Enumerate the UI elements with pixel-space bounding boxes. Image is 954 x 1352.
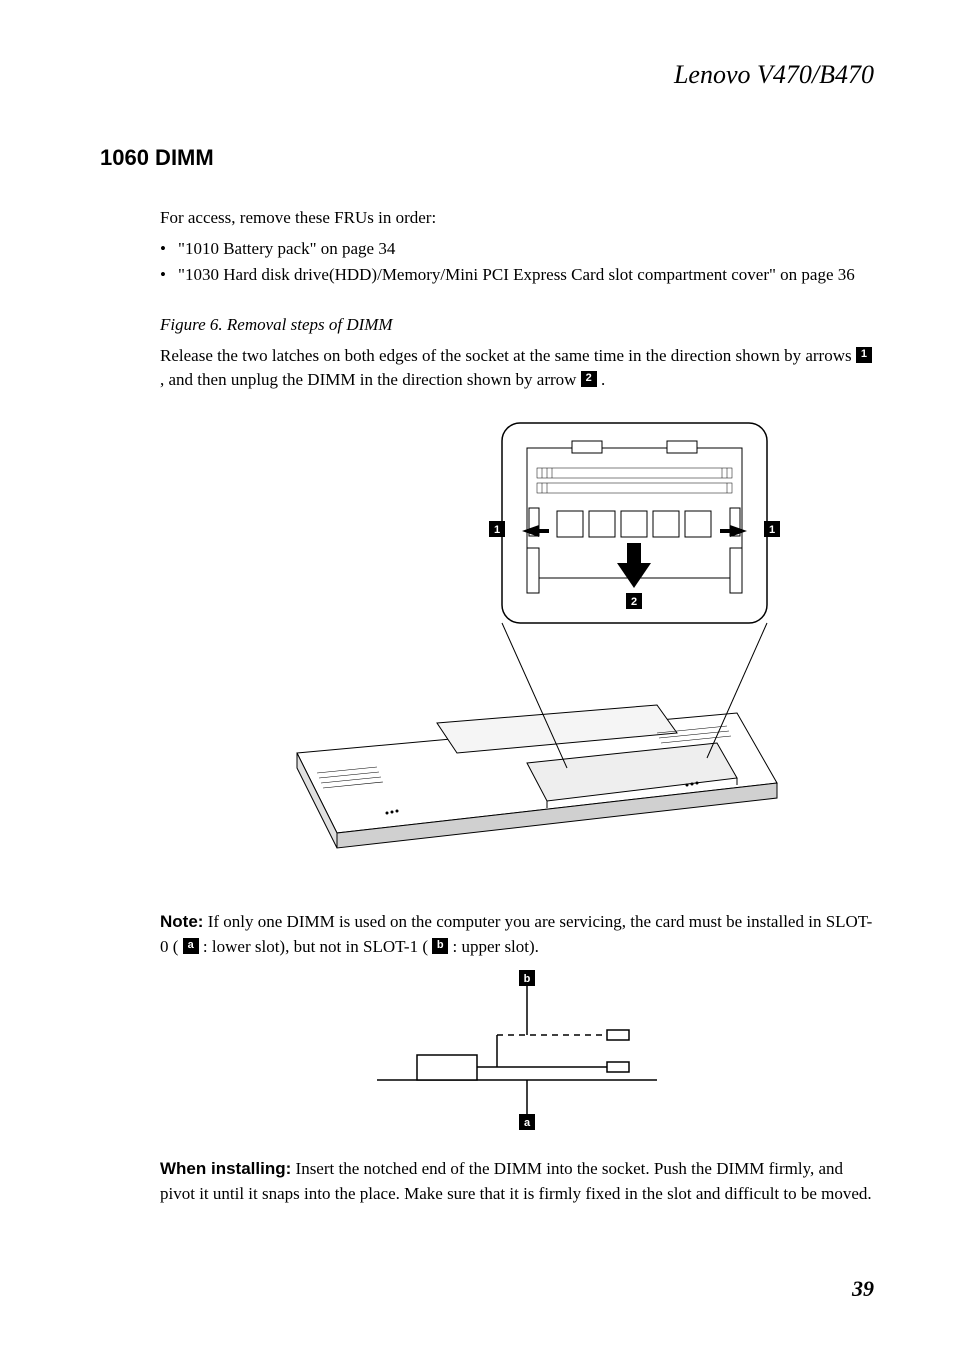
svg-text:b: b [524, 973, 531, 985]
dimm-removal-diagram: 1 1 2 [160, 413, 874, 881]
marker-b-icon: b [432, 938, 448, 954]
list-item: "1030 Hard disk drive(HDD)/Memory/Mini P… [160, 263, 874, 288]
desc-text: Release the two latches on both edges of… [160, 346, 856, 365]
figure-caption: Figure 6. Removal steps of DIMM [160, 313, 874, 338]
slot-diagram: b a [160, 970, 874, 1138]
svg-text:2: 2 [631, 596, 637, 608]
svg-text:a: a [524, 1117, 531, 1129]
page-number: 39 [852, 1276, 874, 1302]
note-label: Note: [160, 912, 203, 931]
note-text: : lower slot), but not in SLOT-1 ( [203, 937, 432, 956]
note-paragraph: Note: If only one DIMM is used on the co… [160, 910, 874, 959]
install-label: When installing: [160, 1159, 291, 1178]
desc-text: , and then unplug the DIMM in the direct… [160, 370, 581, 389]
page-header: Lenovo V470/B470 [100, 60, 874, 90]
section-heading: 1060 DIMM [100, 145, 874, 171]
intro-text: For access, remove these FRUs in order: [160, 206, 874, 231]
desc-text: . [601, 370, 605, 389]
svg-text:1: 1 [494, 524, 500, 536]
marker-a-icon: a [183, 938, 199, 954]
install-paragraph: When installing: Insert the notched end … [160, 1157, 874, 1206]
svg-text:1: 1 [769, 524, 775, 536]
note-text: : upper slot). [453, 937, 539, 956]
marker-1-icon: 1 [856, 347, 872, 363]
list-item: "1010 Battery pack" on page 34 [160, 237, 874, 262]
marker-2-icon: 2 [581, 371, 597, 387]
figure-description: Release the two latches on both edges of… [160, 344, 874, 393]
fru-list: "1010 Battery pack" on page 34 "1030 Har… [160, 237, 874, 288]
